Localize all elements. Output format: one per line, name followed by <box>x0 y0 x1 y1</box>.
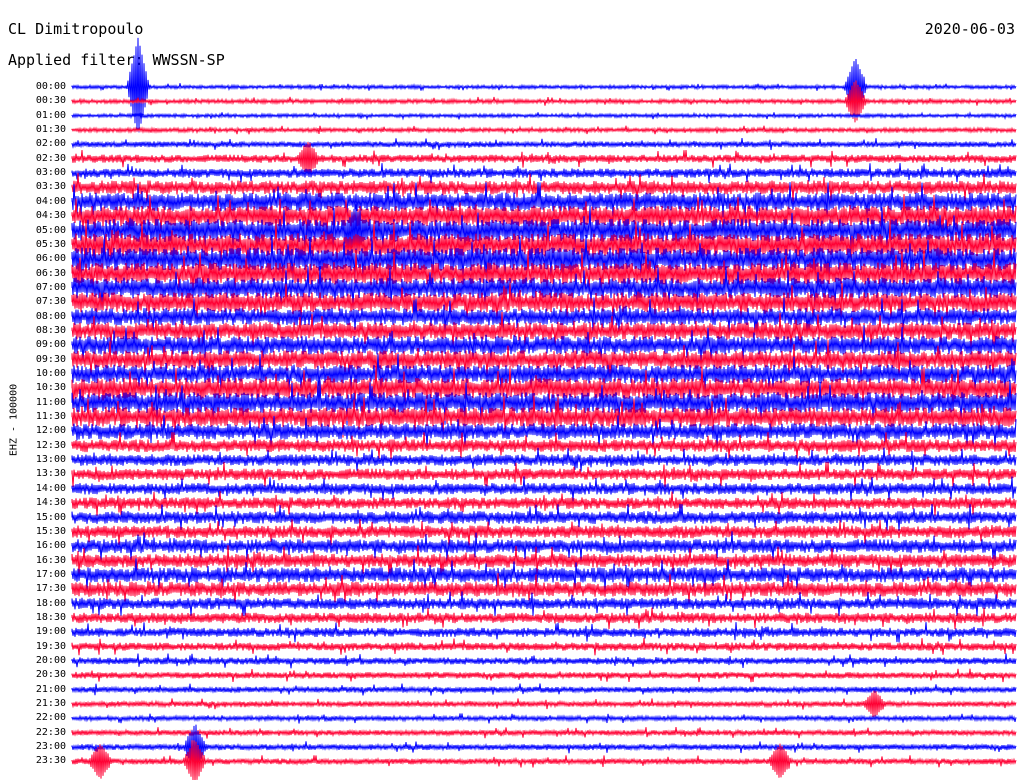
trace-row <box>71 163 1017 184</box>
trace-row <box>71 138 1017 151</box>
trace-row <box>71 622 1017 643</box>
trace-row <box>71 653 1017 669</box>
trace-row <box>71 37 1017 133</box>
trace-row <box>71 727 1017 739</box>
trace-row <box>71 637 1017 656</box>
helicorder-plot <box>71 37 1017 780</box>
trace-row <box>71 125 1017 135</box>
trace-row <box>71 668 1017 683</box>
trace-row <box>71 690 1017 717</box>
trace-row <box>71 111 1017 121</box>
trace-row <box>71 607 1017 630</box>
trace-row <box>71 447 1017 472</box>
trace-row <box>71 713 1017 724</box>
trace-row <box>71 490 1017 516</box>
